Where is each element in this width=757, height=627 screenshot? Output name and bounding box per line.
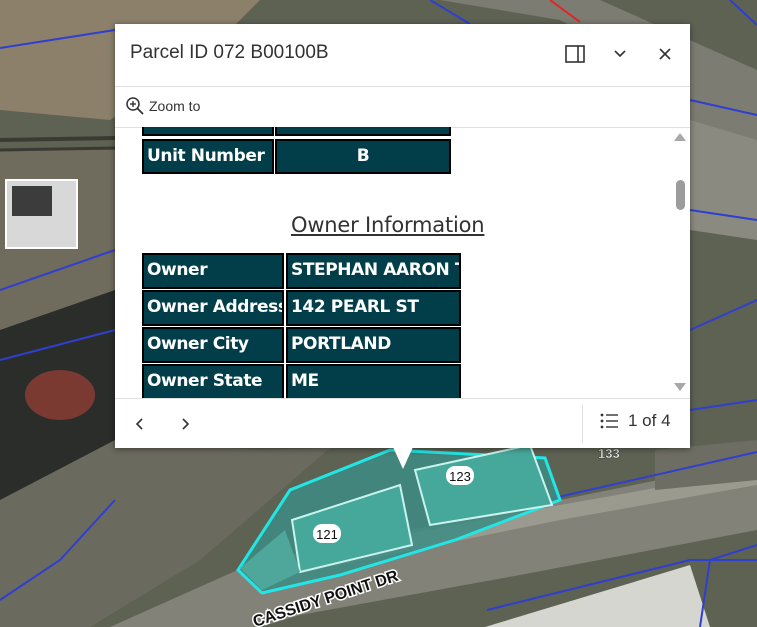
popup-pointer [393, 447, 413, 469]
pager-text: 1 of 4 [628, 411, 671, 430]
close-button[interactable] [651, 40, 679, 68]
unit-number-label: Unit Number [142, 139, 274, 174]
owner-city-value: PORTLAND [286, 327, 461, 363]
owner-city-label: Owner City [142, 327, 284, 363]
road-area [690, 120, 757, 240]
list-icon [600, 413, 618, 429]
zoom-to-label: Zoom to [149, 98, 201, 114]
dock-icon [565, 45, 585, 63]
table-cell-label [142, 127, 274, 136]
popup-title: Parcel ID 072 B00100B [130, 42, 329, 63]
owner-state-value: ME [286, 364, 461, 398]
popup-content[interactable]: Unit Number B Owner Information Owner ST… [115, 127, 690, 398]
close-icon [659, 48, 671, 60]
building-roof [12, 186, 52, 216]
chevron-down-icon [614, 50, 626, 58]
table-cell-value [275, 127, 451, 136]
chevron-left-icon [135, 418, 143, 430]
popup-header: Parcel ID 072 B00100B [115, 24, 690, 84]
unit-number-value: B [275, 139, 451, 174]
red-patch [25, 370, 95, 420]
owner-address-value: 142 PEARL ST [286, 290, 461, 326]
scroll-up-arrow[interactable] [674, 133, 686, 141]
chevron-right-icon [182, 418, 190, 430]
collapse-button[interactable] [606, 40, 634, 68]
feature-list-button[interactable]: 1 of 4 [599, 411, 671, 431]
popup-toolbar: Zoom to [115, 86, 690, 128]
scrollbar-thumb[interactable] [676, 180, 685, 210]
owner-state-label: Owner State [142, 364, 284, 398]
zoom-in-icon [126, 97, 144, 115]
railroad [0, 136, 116, 142]
map-label-123: 123 [449, 469, 471, 484]
zoom-to-button[interactable]: Zoom to [125, 96, 200, 116]
next-feature-button[interactable] [172, 411, 198, 437]
owner-label: Owner [142, 253, 284, 289]
footer-divider [582, 405, 583, 443]
parcel-popup: Parcel ID 072 B00100B Zoom to Unit Numbe… [115, 24, 690, 448]
dock-button[interactable] [561, 40, 589, 68]
owner-value: STEPHAN AARON T [286, 253, 461, 289]
popup-footer: 1 of 4 [115, 398, 690, 449]
railroad [0, 146, 116, 152]
map-label-121: 121 [316, 527, 338, 542]
owner-address-label: Owner Address [142, 290, 284, 326]
scroll-down-arrow[interactable] [674, 383, 686, 391]
owner-information-heading: Owner Information [291, 213, 485, 237]
previous-feature-button[interactable] [127, 411, 153, 437]
